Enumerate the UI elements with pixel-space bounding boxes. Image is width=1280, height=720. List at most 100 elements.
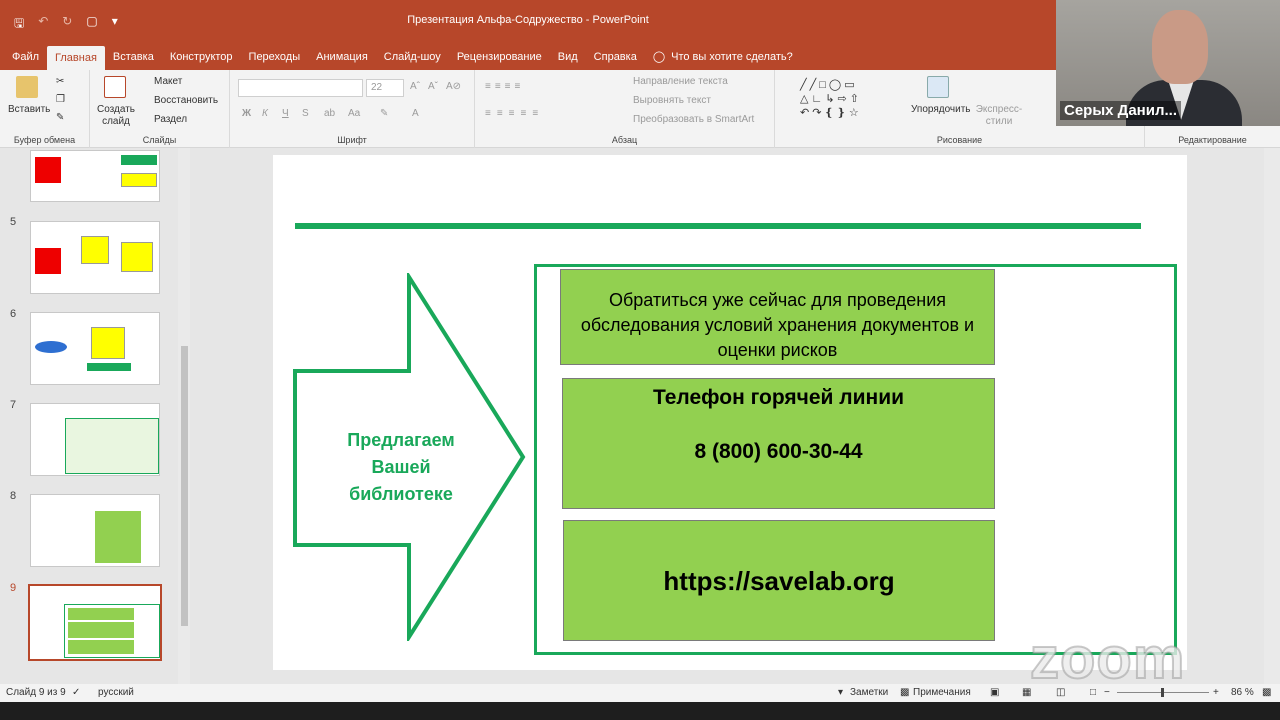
video-person-head bbox=[1152, 10, 1208, 84]
strikethrough-button[interactable]: S bbox=[302, 108, 309, 119]
grow-font-icon[interactable]: Aˆ bbox=[410, 81, 420, 92]
slide-thumbnail-6[interactable] bbox=[30, 312, 160, 385]
thumbnail-scroll-thumb[interactable] bbox=[181, 346, 188, 626]
char-spacing-icon[interactable]: ab bbox=[324, 108, 335, 119]
shrink-font-icon[interactable]: Aˇ bbox=[428, 81, 438, 92]
tab-insert[interactable]: Вставка bbox=[105, 44, 162, 70]
bold-button[interactable]: Ж bbox=[242, 108, 251, 119]
drawing-label: Рисование bbox=[936, 135, 983, 145]
clear-format-icon[interactable]: A⊘ bbox=[446, 81, 461, 92]
notes-button[interactable]: Заметки bbox=[850, 687, 888, 698]
paste-icon bbox=[16, 76, 38, 98]
reading-view-icon[interactable]: ◫ bbox=[1056, 687, 1065, 698]
tab-slideshow[interactable]: Слайд-шоу bbox=[376, 44, 449, 70]
format-painter-icon[interactable]: ✎ bbox=[56, 112, 64, 123]
list-buttons[interactable]: ≡≡≡≡ bbox=[485, 81, 524, 92]
spellcheck-icon[interactable]: ✓ bbox=[72, 687, 80, 698]
slide-thumbnail-9[interactable] bbox=[28, 584, 162, 661]
tab-transitions[interactable]: Переходы bbox=[241, 44, 309, 70]
thumbnail-number: 7 bbox=[10, 399, 17, 411]
thumbnail-number: 8 bbox=[10, 490, 17, 502]
tab-home[interactable]: Главная bbox=[47, 46, 105, 70]
shapes-gallery[interactable]: ╱╱□◯▭ △∟↳⇨⇧ ↶↷❴❵☆ bbox=[800, 78, 896, 122]
tab-help[interactable]: Справка bbox=[586, 44, 645, 70]
language-indicator[interactable]: русский bbox=[98, 687, 134, 698]
canvas-scrollbar[interactable] bbox=[1264, 148, 1280, 684]
font-label: Шрифт bbox=[337, 135, 367, 145]
clipboard-label: Буфер обмена bbox=[13, 135, 76, 145]
slides-label: Слайды bbox=[142, 135, 177, 145]
new-slide-button[interactable]: Создать слайд bbox=[96, 104, 136, 128]
arrange-button[interactable]: Упорядочить bbox=[911, 104, 971, 115]
hotline-phone: 8 (800) 600-30-44 bbox=[694, 440, 863, 463]
tab-review[interactable]: Рецензирование bbox=[449, 44, 550, 70]
thumbnail-number: 6 bbox=[10, 308, 17, 320]
section-button[interactable]: Раздел bbox=[154, 114, 187, 125]
survey-text: Обратиться уже сейчас для проведения обс… bbox=[580, 290, 975, 360]
font-color-icon[interactable]: A bbox=[412, 108, 419, 119]
copy-icon[interactable]: ❐ bbox=[56, 94, 65, 105]
survey-box: Обратиться уже сейчас для проведения обс… bbox=[560, 269, 995, 365]
quick-styles-button[interactable]: Экспресс-стили bbox=[975, 104, 1023, 128]
zoom-level[interactable]: 86 % bbox=[1231, 687, 1254, 698]
slide-counter: Слайд 9 из 9 bbox=[6, 687, 66, 698]
thumbnail-number: 9 bbox=[10, 582, 17, 594]
thumbnail-number: 5 bbox=[10, 216, 17, 228]
group-paragraph: ≡≡≡≡ ≡≡≡≡≡ Направление текста Выровнять … bbox=[475, 70, 775, 148]
website-link[interactable]: https://savelab.org bbox=[663, 566, 894, 596]
tab-view[interactable]: Вид bbox=[550, 44, 586, 70]
cut-icon[interactable]: ✂ bbox=[56, 76, 64, 87]
slideshow-view-icon[interactable]: □ bbox=[1090, 687, 1096, 698]
hotline-title: Телефон горячей линии bbox=[652, 386, 905, 409]
slide-thumbnail-5[interactable] bbox=[30, 221, 160, 294]
comments-icon: ▩ bbox=[900, 687, 910, 698]
slide-thumbnail-7[interactable] bbox=[30, 403, 160, 476]
zoom-in-icon[interactable]: + bbox=[1213, 687, 1219, 698]
zoom-bottom-strip bbox=[0, 702, 1280, 720]
website-box: https://savelab.org bbox=[563, 520, 995, 641]
align-text-button[interactable]: Выровнять текст bbox=[633, 95, 711, 106]
font-family-input[interactable] bbox=[238, 79, 363, 97]
lightbulb-icon: ◯ bbox=[652, 51, 666, 63]
layout-button[interactable]: Макет bbox=[154, 76, 182, 87]
group-clipboard: Вставить ✂ ❐ ✎ Буфер обмена bbox=[0, 70, 90, 148]
ribbon-tabs: Файл Главная Вставка Конструктор Переход… bbox=[0, 44, 1056, 70]
align-buttons[interactable]: ≡≡≡≡≡ bbox=[485, 108, 544, 119]
highlight-icon[interactable]: ✎ bbox=[380, 108, 388, 119]
fit-slide-icon[interactable]: ▩ bbox=[1262, 687, 1271, 698]
change-case-icon[interactable]: Aa bbox=[348, 108, 360, 119]
normal-view-icon[interactable]: ▣ bbox=[990, 687, 999, 698]
arrange-icon bbox=[927, 76, 949, 98]
zoom-watermark: zoom bbox=[1029, 625, 1186, 692]
sorter-view-icon[interactable]: ▦ bbox=[1022, 687, 1031, 698]
notes-icon: ▾ bbox=[838, 687, 844, 698]
paragraph-label: Абзац bbox=[611, 135, 638, 145]
zoom-slider-thumb[interactable] bbox=[1161, 688, 1164, 697]
title-bar: 🖫 ↶ ↻ ▢ ▾ Презентация Альфа-Содружество … bbox=[0, 0, 1056, 44]
window-title: Презентация Альфа-Содружество - PowerPoi… bbox=[407, 14, 649, 26]
underline-button[interactable]: Ч bbox=[282, 108, 289, 119]
tell-me-search[interactable]: ◯ Что вы хотите сделать? bbox=[645, 44, 801, 70]
reset-button[interactable]: Восстановить bbox=[154, 95, 218, 106]
text-direction-button[interactable]: Направление текста bbox=[633, 76, 728, 87]
group-slides: Создать слайд Макет Восстановить Раздел … bbox=[90, 70, 230, 148]
group-font: 22 Aˆ Aˇ A⊘ Ж К Ч S ab Aa ✎ A Шрифт bbox=[230, 70, 475, 148]
tab-animations[interactable]: Анимация bbox=[308, 44, 376, 70]
tab-design[interactable]: Конструктор bbox=[162, 44, 241, 70]
participant-name: Серых Данил... bbox=[1060, 101, 1181, 120]
current-slide[interactable]: Предлагаем Вашей библиотеке Обратиться у… bbox=[273, 155, 1187, 670]
participant-video[interactable]: Серых Данил... bbox=[1056, 0, 1280, 126]
hotline-box: Телефон горячей линии 8 (800) 600-30-44 bbox=[562, 378, 995, 509]
font-size-input[interactable]: 22 bbox=[366, 79, 404, 97]
editing-label: Редактирование bbox=[1178, 135, 1247, 145]
smartart-button[interactable]: Преобразовать в SmartArt bbox=[633, 114, 754, 125]
slide-thumbnail-8[interactable] bbox=[30, 494, 160, 567]
new-slide-icon bbox=[104, 76, 126, 98]
italic-button[interactable]: К bbox=[262, 108, 268, 119]
comments-button[interactable]: Примечания bbox=[913, 687, 971, 698]
paste-button[interactable]: Вставить bbox=[8, 104, 50, 115]
slide-thumbnail-4[interactable] bbox=[30, 150, 160, 202]
tab-file[interactable]: Файл bbox=[4, 44, 47, 70]
slide-top-line bbox=[295, 223, 1141, 229]
zoom-out-icon[interactable]: − bbox=[1104, 687, 1110, 698]
